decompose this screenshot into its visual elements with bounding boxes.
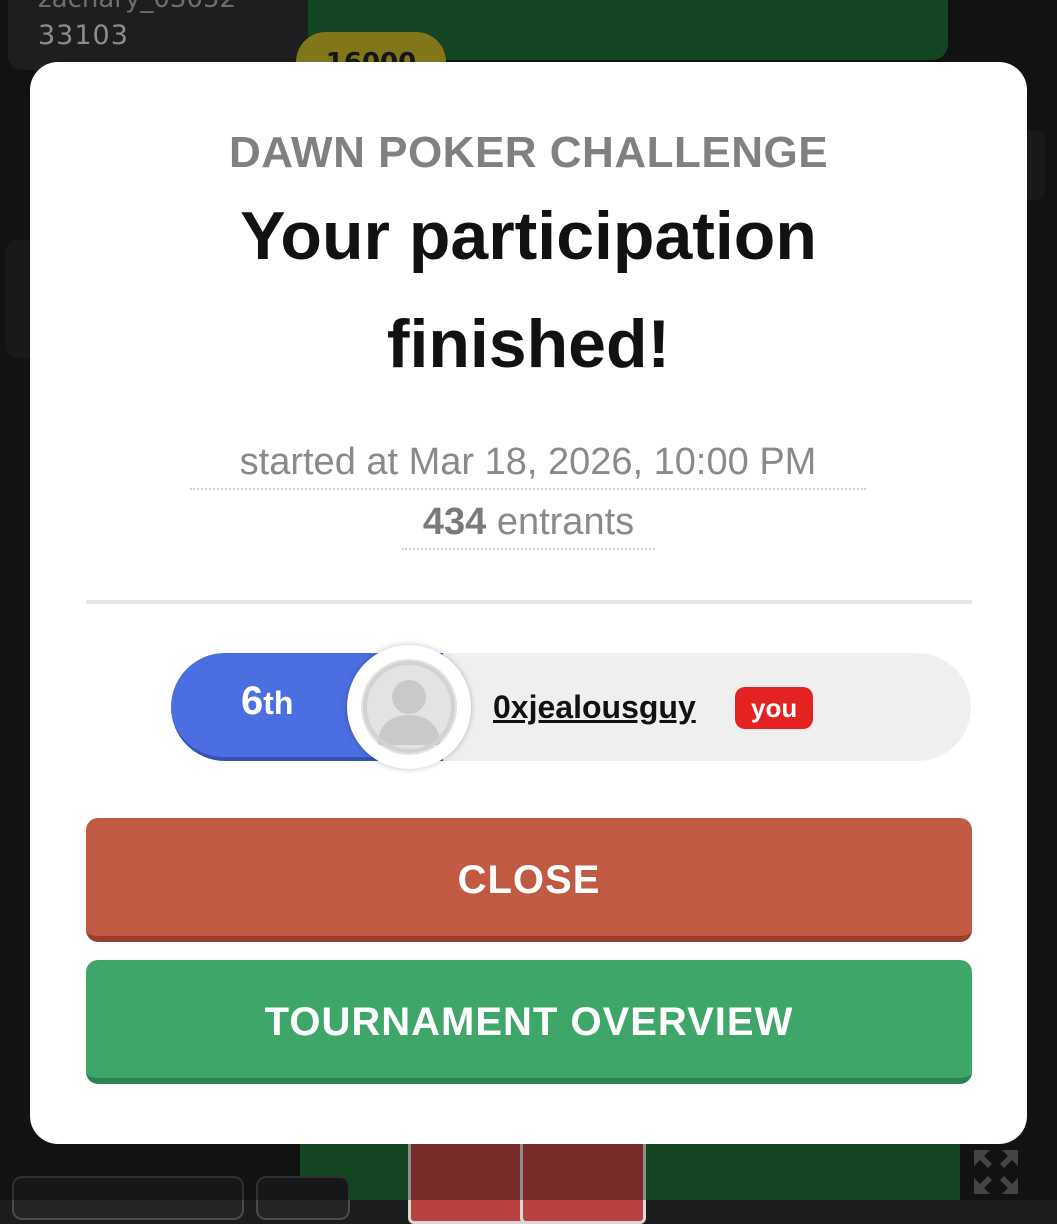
tournament-overview-button[interactable]: TOURNAMENT OVERVIEW: [86, 960, 972, 1084]
default-avatar-icon: [361, 659, 457, 755]
you-badge: you: [735, 687, 814, 729]
rank-label: 6th: [241, 679, 293, 724]
rank-suffix: th: [263, 685, 294, 721]
username-link[interactable]: 0xjealousguy: [493, 689, 696, 726]
headline: Your participation finished!: [30, 182, 1027, 398]
avatar: [347, 645, 471, 769]
divider: [86, 600, 972, 604]
headline-line-1: Your participation: [240, 198, 817, 274]
entrants-number: 434: [422, 501, 487, 543]
entrants-count: 434 entrants: [402, 501, 655, 550]
headline-line-2: finished!: [386, 306, 671, 382]
rank-number: 6: [241, 679, 264, 723]
result-row: 6th 0xjealousguy you: [171, 645, 971, 769]
entrants-label: entrants: [496, 501, 635, 543]
start-time: started at Mar 18, 2026, 10:00 PM: [190, 441, 866, 490]
tournament-result-modal: DAWN POKER CHALLENGE Your participation …: [30, 62, 1027, 1144]
close-button[interactable]: CLOSE: [86, 818, 972, 942]
event-name: DAWN POKER CHALLENGE: [228, 128, 829, 177]
